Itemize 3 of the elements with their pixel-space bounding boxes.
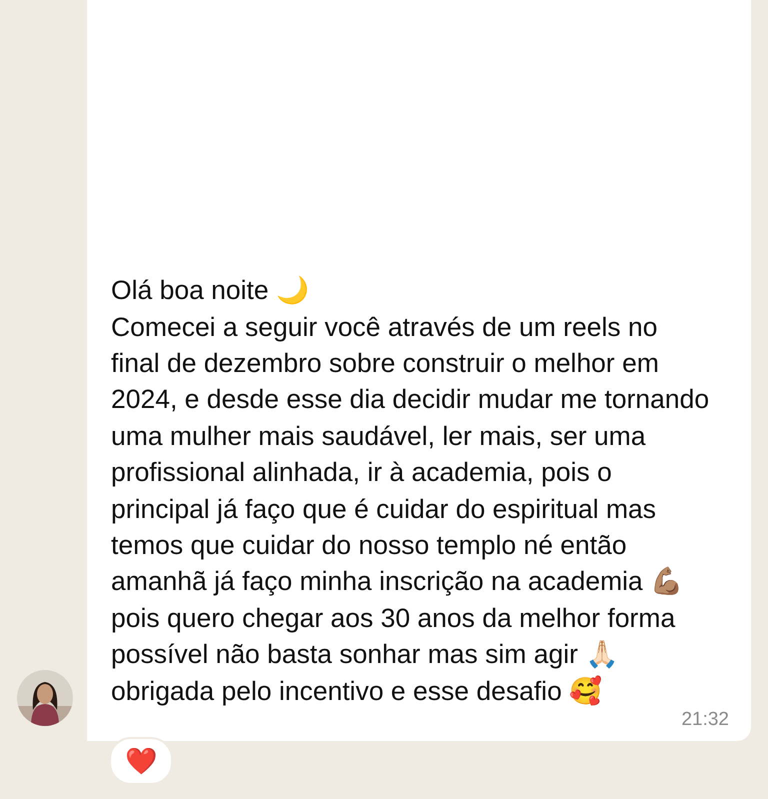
message-text: Olá boa noite 🌙 Comecei a seguir você através de um reels no final de dezembro sobre construir o melhor em 2024, e desde esse dia decidir mudar me tornando uma mulher mais saudável, ler mais, ser uma profissional alinhada, ir à academia, pois o principal já faço que é cuidar do espiritual mas temos que cuidar do nosso templo né então amanhã já faço minha inscrição na academia 💪🏽 pois quero chegar aos 30 anos da melhor forma possível não basta sonhar mas sim agir 🙏🏻 obrigada pelo incentivo e esse desafio 🥰: [111, 274, 710, 708]
reaction-badge[interactable]: ❤: [109, 737, 173, 785]
message-time: 21:32: [681, 709, 729, 731]
